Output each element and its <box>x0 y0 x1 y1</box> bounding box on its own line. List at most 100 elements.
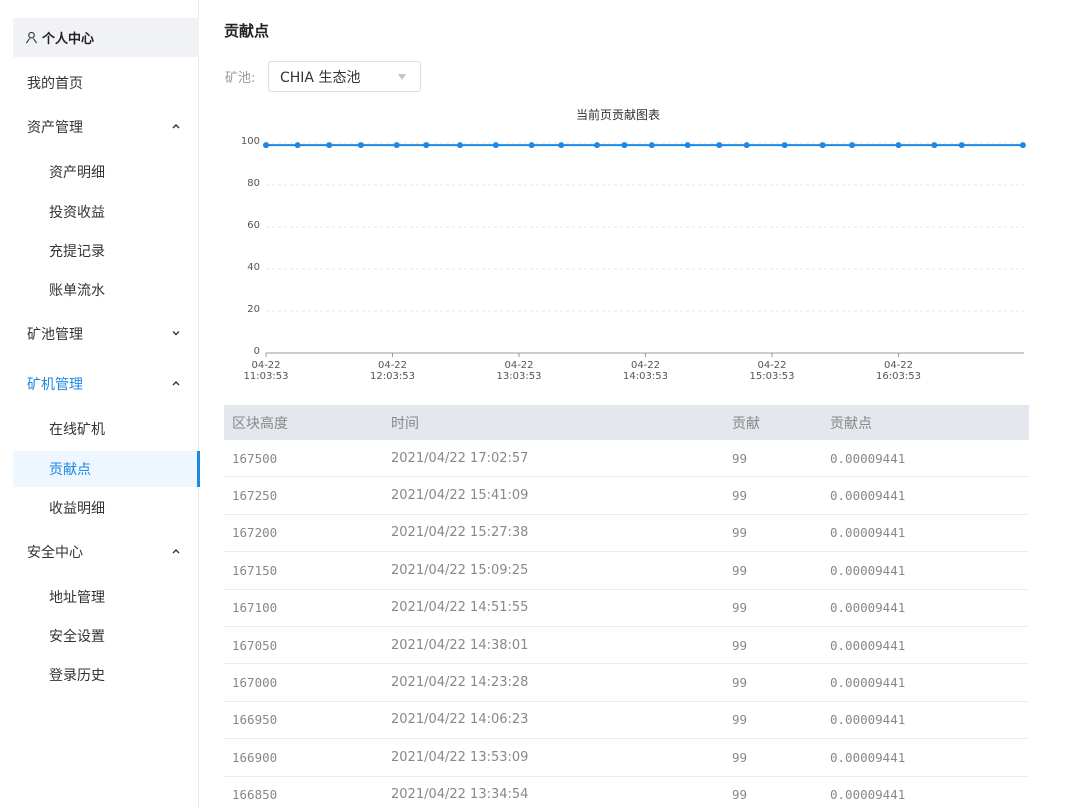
sidebar-header[interactable]: 个人中心 <box>13 18 199 57</box>
th-points: 贡献点 <box>830 415 872 432</box>
data-point[interactable] <box>621 142 628 149</box>
table-row: 167250 2021/04/22 15:41:09 99 0.00009441 <box>224 477 1029 515</box>
data-point[interactable] <box>423 142 430 149</box>
chart-canvas <box>263 142 1026 357</box>
data-point[interactable] <box>781 142 788 149</box>
sidebar-group-label: 矿机管理 <box>27 377 83 393</box>
data-point[interactable] <box>958 142 965 149</box>
y-tick-label: 20 <box>247 304 260 315</box>
cell-contribution: 99 <box>732 525 748 541</box>
sidebar-item-contribution[interactable]: 贡献点 <box>13 451 200 487</box>
sidebar-group-asset[interactable]: 资产管理 <box>0 109 199 145</box>
caret-down-icon <box>398 74 406 80</box>
y-tick-label: 100 <box>240 136 260 147</box>
data-point[interactable] <box>558 142 565 149</box>
chevron-up-icon <box>172 381 180 386</box>
cell-contribution: 99 <box>732 450 748 466</box>
table-row: 167000 2021/04/22 14:23:28 99 0.00009441 <box>224 664 1029 702</box>
sidebar: 个人中心 我的首页 资产管理 资产明细 投资收益 充提记录 账单流水 矿池管理 … <box>0 0 200 807</box>
x-tick-label: 04-22 12:03:53 <box>370 360 415 382</box>
cell-time: 2021/04/22 17:02:57 <box>391 450 529 466</box>
x-tick-label: 04-22 11:03:53 <box>243 360 289 382</box>
cell-points: 0.00009441 <box>830 787 906 803</box>
sidebar-group-security[interactable]: 安全中心 <box>0 534 199 570</box>
active-indicator <box>197 451 200 487</box>
data-point[interactable] <box>594 142 601 149</box>
sidebar-group-miner[interactable]: 矿机管理 <box>0 366 199 402</box>
data-point[interactable] <box>849 142 856 149</box>
cell-contribution: 99 <box>732 787 748 803</box>
cell-time: 2021/04/22 13:53:09 <box>391 749 529 765</box>
chevron-up-icon <box>172 124 180 129</box>
cell-points: 0.00009441 <box>830 675 906 691</box>
user-icon <box>25 31 38 44</box>
data-point[interactable] <box>684 142 691 149</box>
cell-points: 0.00009441 <box>830 600 906 616</box>
sidebar-item-bill[interactable]: 账单流水 <box>0 272 199 308</box>
sidebar-item-investment[interactable]: 投资收益 <box>0 194 199 230</box>
data-point[interactable] <box>716 142 723 149</box>
th-time: 时间 <box>391 415 419 432</box>
sidebar-item-label: 充提记录 <box>49 244 105 260</box>
sidebar-item-login-history[interactable]: 登录历史 <box>0 657 199 693</box>
sidebar-item-online-miners[interactable]: 在线矿机 <box>0 411 199 447</box>
sidebar-header-label: 个人中心 <box>42 32 95 47</box>
data-point[interactable] <box>819 142 826 149</box>
cell-block-height: 167050 <box>232 637 278 653</box>
pool-select[interactable]: CHIA 生态池 <box>268 61 421 92</box>
data-point[interactable] <box>326 142 333 149</box>
table-row: 166900 2021/04/22 13:53:09 99 0.00009441 <box>224 739 1029 777</box>
cell-points: 0.00009441 <box>830 488 906 504</box>
data-point[interactable] <box>492 142 499 149</box>
sidebar-item-security-settings[interactable]: 安全设置 <box>0 618 199 654</box>
y-tick-label: 40 <box>247 262 260 273</box>
data-point[interactable] <box>528 142 535 149</box>
x-tick-label: 04-22 14:03:53 <box>623 360 668 382</box>
cell-block-height: 167150 <box>232 562 278 578</box>
sidebar-item-asset-detail[interactable]: 资产明细 <box>0 154 199 190</box>
sidebar-item-earnings[interactable]: 收益明细 <box>0 490 199 526</box>
data-point[interactable] <box>1019 142 1026 149</box>
data-point[interactable] <box>357 142 364 149</box>
sidebar-item-deposit-withdraw[interactable]: 充提记录 <box>0 233 199 269</box>
sidebar-item-label: 安全设置 <box>49 629 105 645</box>
cell-time: 2021/04/22 14:06:23 <box>391 712 529 728</box>
x-tick-label: 04-22 15:03:53 <box>749 360 795 382</box>
cell-block-height: 167500 <box>232 450 278 466</box>
cell-block-height: 167250 <box>232 488 278 504</box>
table-row: 166850 2021/04/22 13:34:54 99 0.00009441 <box>224 777 1029 807</box>
data-point[interactable] <box>743 142 750 149</box>
data-point[interactable] <box>393 142 400 149</box>
sidebar-item-label: 登录历史 <box>49 668 105 684</box>
cell-contribution: 99 <box>732 675 748 691</box>
sidebar-group-pool[interactable]: 矿池管理 <box>0 316 199 352</box>
cell-contribution: 99 <box>732 749 748 765</box>
cell-time: 2021/04/22 13:34:54 <box>391 787 529 803</box>
data-point[interactable] <box>456 142 463 149</box>
sidebar-group-label: 资产管理 <box>27 120 83 136</box>
cell-points: 0.00009441 <box>830 637 906 653</box>
cell-points: 0.00009441 <box>830 562 906 578</box>
data-point[interactable] <box>294 142 301 149</box>
sidebar-item-label: 贡献点 <box>49 462 91 478</box>
table-row: 167200 2021/04/22 15:27:38 99 0.00009441 <box>224 515 1029 553</box>
cell-points: 0.00009441 <box>830 749 906 765</box>
sidebar-item-address[interactable]: 地址管理 <box>0 579 199 615</box>
cell-time: 2021/04/22 14:51:55 <box>391 600 529 616</box>
data-point[interactable] <box>263 142 269 149</box>
sidebar-item-home[interactable]: 我的首页 <box>0 65 199 101</box>
cell-contribution: 99 <box>732 488 748 504</box>
data-point[interactable] <box>648 142 655 149</box>
sidebar-item-label: 我的首页 <box>27 76 83 92</box>
sidebar-item-label: 资产明细 <box>49 165 105 181</box>
cell-block-height: 167100 <box>232 600 278 616</box>
table-row: 167050 2021/04/22 14:38:01 99 0.00009441 <box>224 627 1029 665</box>
data-point[interactable] <box>895 142 902 149</box>
sidebar-item-label: 收益明细 <box>49 501 105 517</box>
sidebar-item-label: 在线矿机 <box>49 422 105 438</box>
contribution-chart: 当前页贡献图表 0 20 40 60 80 100 04-22 11:03:53 04-22 … <box>224 100 1034 390</box>
cell-time: 2021/04/22 15:27:38 <box>391 525 529 541</box>
sidebar-item-label: 账单流水 <box>49 283 105 299</box>
data-point[interactable] <box>931 142 938 149</box>
cell-contribution: 99 <box>732 562 748 578</box>
